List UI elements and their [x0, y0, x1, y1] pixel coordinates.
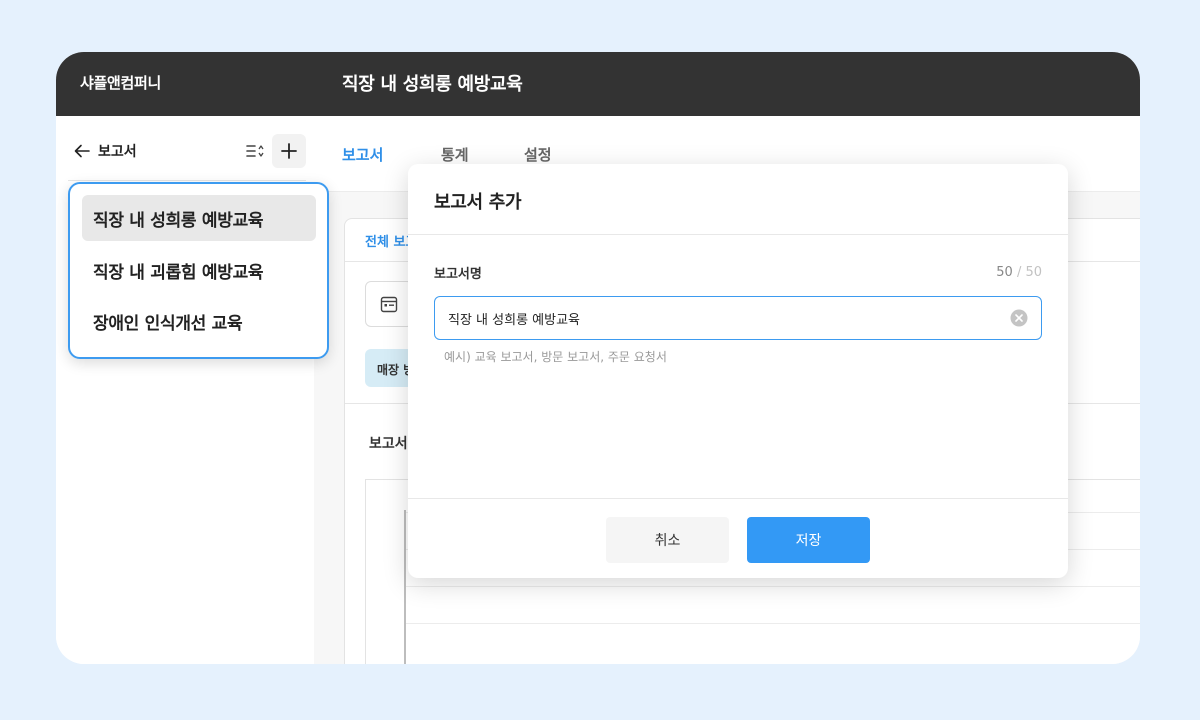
arrow-left-icon [74, 144, 90, 158]
report-item-sexual-harassment[interactable]: 직장 내 성희롱 예방교육 [82, 195, 316, 241]
table-column-line [404, 510, 406, 664]
tab-settings[interactable]: 설정 [524, 144, 552, 165]
table-row [406, 623, 1140, 624]
cancel-button[interactable]: 취소 [606, 517, 729, 563]
plus-icon [281, 143, 297, 159]
add-report-modal: 보고서 추가 보고서명 50 / 50 예시) 교육 보고서, 방문 보고서, … [408, 164, 1068, 578]
back-label: 보고서 [98, 144, 137, 160]
clear-icon[interactable] [1010, 309, 1028, 327]
save-button[interactable]: 저장 [747, 517, 870, 563]
sort-button[interactable] [240, 136, 270, 166]
company-name: 샤플앤컴퍼니 [80, 74, 162, 92]
sort-icon [246, 145, 264, 157]
report-item-disability-awareness[interactable]: 장애인 인식개선 교육 [82, 298, 316, 344]
table-row [406, 586, 1140, 587]
modal-header-divider [408, 234, 1068, 235]
tab-statistics[interactable]: 통계 [441, 144, 469, 165]
char-count-max: / 50 [1016, 265, 1042, 280]
char-counter: 50 / 50 [996, 265, 1042, 280]
char-count-value: 50 [996, 265, 1013, 280]
field-help-text: 예시) 교육 보고서, 방문 보고서, 주문 요청서 [444, 350, 667, 364]
date-picker-button[interactable] [365, 281, 413, 327]
tab-reports[interactable]: 보고서 [342, 144, 383, 165]
top-bar: 샤플앤컴퍼니 직장 내 성희롱 예방교육 [56, 52, 1140, 116]
report-item-workplace-bullying[interactable]: 직장 내 괴롭힘 예방교육 [82, 247, 316, 293]
report-name-input[interactable] [434, 296, 1042, 340]
report-list: 직장 내 성희롱 예방교육 직장 내 괴롭힘 예방교육 장애인 인식개선 교육 [68, 182, 329, 359]
back-button[interactable]: 보고서 [74, 138, 137, 164]
filter-chip[interactable]: 매장 방문 [365, 349, 413, 387]
page-title: 직장 내 성희롱 예방교육 [342, 74, 523, 95]
calendar-icon [380, 296, 398, 313]
modal-title: 보고서 추가 [434, 192, 522, 213]
section-label: 보고서 [369, 436, 408, 452]
add-report-button[interactable] [272, 134, 306, 168]
sidebar-divider [68, 180, 306, 181]
modal-footer-divider [408, 498, 1068, 499]
report-name-label: 보고서명 [434, 267, 482, 282]
